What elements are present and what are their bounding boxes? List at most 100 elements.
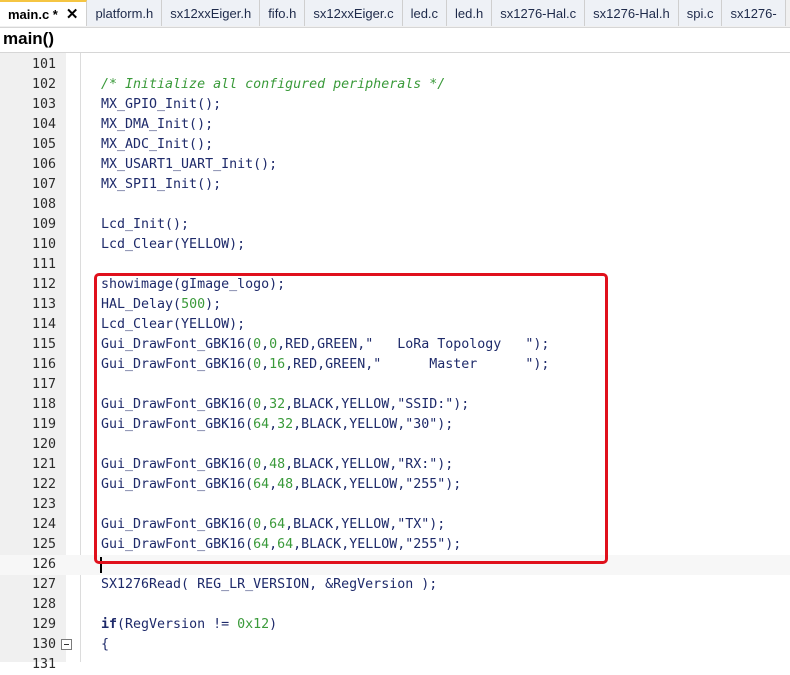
code-text: Gui_DrawFont_GBK16(0,0,RED,GREEN," LoRa …	[101, 337, 550, 352]
code-text: MX_ADC_Init();	[101, 137, 214, 152]
code-text: showimage(gImage_logo);	[101, 277, 286, 292]
line-number: 109	[31, 217, 56, 232]
code-line[interactable]: 109 Lcd_Init();	[0, 215, 790, 235]
line-number: 119	[31, 417, 56, 432]
code-text: Gui_DrawFont_GBK16(0,64,BLACK,YELLOW,"TX…	[101, 517, 446, 532]
tab-label: sx12xxEiger.c	[313, 5, 394, 21]
code-line[interactable]: 103 MX_GPIO_Init();	[0, 95, 790, 115]
code-line[interactable]: 124 Gui_DrawFont_GBK16(0,64,BLACK,YELLOW,…	[0, 515, 790, 535]
tab-led-h[interactable]: led.h	[447, 0, 493, 26]
code-text: /* Initialize all configured peripherals…	[101, 77, 446, 92]
code-line[interactable]: 115 Gui_DrawFont_GBK16(0,0,RED,GREEN," Lo…	[0, 335, 790, 355]
code-text: MX_SPI1_Init();	[101, 177, 222, 192]
tab-label: sx1276-Hal.h	[593, 5, 670, 21]
code-line[interactable]: 128	[0, 595, 790, 615]
tab-label: platform.h	[95, 5, 154, 21]
code-text: Gui_DrawFont_GBK16(0,32,BLACK,YELLOW,"SS…	[101, 397, 470, 412]
tab-label: main.c *	[8, 6, 58, 22]
code-line[interactable]: 108	[0, 195, 790, 215]
code-line[interactable]: 118 Gui_DrawFont_GBK16(0,32,BLACK,YELLOW,…	[0, 395, 790, 415]
text-cursor	[100, 557, 102, 573]
code-line[interactable]: 114 Lcd_Clear(YELLOW);	[0, 315, 790, 335]
line-number: 111	[31, 257, 56, 272]
tab-label: sx1276-Hal.c	[500, 5, 577, 21]
tab-bar: main.c * ✕ platform.h sx12xxEiger.h fifo.h sx…	[0, 0, 790, 28]
tab-label: sx1276-	[730, 5, 777, 21]
code-text: MX_DMA_Init();	[101, 117, 214, 132]
code-line[interactable]: 129 if(RegVersion != 0x12)	[0, 615, 790, 635]
code-text: Lcd_Clear(YELLOW);	[101, 237, 246, 252]
function-navigation-bar[interactable]: main()	[0, 28, 790, 53]
code-line[interactable]: 131	[0, 655, 790, 675]
code-line[interactable]: 120	[0, 435, 790, 455]
line-number: 131	[31, 657, 56, 672]
line-number: 121	[31, 457, 56, 472]
code-line[interactable]: 104 MX_DMA_Init();	[0, 115, 790, 135]
code-line[interactable]: 126	[0, 555, 790, 575]
code-line[interactable]: 107 MX_SPI1_Init();	[0, 175, 790, 195]
code-line[interactable]: 122 Gui_DrawFont_GBK16(64,48,BLACK,YELLOW…	[0, 475, 790, 495]
code-text: MX_USART1_UART_Init();	[101, 157, 278, 172]
code-line[interactable]: 117	[0, 375, 790, 395]
code-text: Gui_DrawFont_GBK16(64,32,BLACK,YELLOW,"3…	[101, 417, 454, 432]
line-number: 124	[31, 517, 56, 532]
line-number: 112	[31, 277, 56, 292]
code-line[interactable]: 127 SX1276Read( REG_LR_VERSION, &RegVersi…	[0, 575, 790, 595]
fold-toggle-icon[interactable]	[61, 639, 72, 650]
line-number: 114	[31, 317, 56, 332]
code-text: Gui_DrawFont_GBK16(64,48,BLACK,YELLOW,"2…	[101, 477, 462, 492]
code-text: Lcd_Init();	[101, 217, 190, 232]
code-text: Gui_DrawFont_GBK16(0,16,RED,GREEN," Mast…	[101, 357, 550, 372]
code-text: Gui_DrawFont_GBK16(0,48,BLACK,YELLOW,"RX…	[101, 457, 454, 472]
line-number: 129	[31, 617, 56, 632]
line-number: 105	[31, 137, 56, 152]
tab-fifo-h[interactable]: fifo.h	[260, 0, 306, 26]
close-icon[interactable]: ✕	[66, 5, 79, 23]
code-line[interactable]: 105 MX_ADC_Init();	[0, 135, 790, 155]
tab-spi-c[interactable]: spi.c	[678, 0, 723, 26]
tab-sx1276-hal-h[interactable]: sx1276-Hal.h	[585, 0, 679, 26]
code-line[interactable]: 130 {	[0, 635, 790, 655]
line-number: 118	[31, 397, 56, 412]
code-line[interactable]: 106 MX_USART1_UART_Init();	[0, 155, 790, 175]
tab-platform-h[interactable]: platform.h	[87, 0, 163, 26]
tab-led-c[interactable]: led.c	[402, 0, 448, 26]
line-number: 106	[31, 157, 56, 172]
code-line[interactable]: 113 HAL_Delay(500);	[0, 295, 790, 315]
line-number: 122	[31, 477, 56, 492]
code-line[interactable]: 123	[0, 495, 790, 515]
line-number: 110	[31, 237, 56, 252]
line-number: 125	[31, 537, 56, 552]
tab-sx12xxeiger-c[interactable]: sx12xxEiger.c	[305, 0, 403, 26]
line-number: 123	[31, 497, 56, 512]
line-number: 113	[31, 297, 56, 312]
line-number: 120	[31, 437, 56, 452]
line-number: 103	[31, 97, 56, 112]
tab-sx12xxeiger-h[interactable]: sx12xxEiger.h	[162, 0, 261, 26]
tab-label: fifo.h	[268, 5, 297, 21]
line-number: 127	[31, 577, 56, 592]
tab-sx1276[interactable]: sx1276-	[722, 0, 786, 26]
code-editor[interactable]: 101 102 /* Initialize all configured perip…	[0, 53, 790, 672]
line-number: 104	[31, 117, 56, 132]
tab-label: sx12xxEiger.h	[170, 5, 252, 21]
code-line[interactable]: 119 Gui_DrawFont_GBK16(64,32,BLACK,YELLOW…	[0, 415, 790, 435]
line-number: 130	[31, 637, 56, 652]
code-line[interactable]: 116 Gui_DrawFont_GBK16(0,16,RED,GREEN," M…	[0, 355, 790, 375]
tab-label: led.h	[455, 5, 484, 21]
tab-sx1276-hal-c[interactable]: sx1276-Hal.c	[492, 0, 586, 26]
code-line[interactable]: 102 /* Initialize all configured peripher…	[0, 75, 790, 95]
current-function-label: main()	[3, 29, 54, 48]
tab-main-c[interactable]: main.c * ✕	[0, 0, 88, 26]
code-line[interactable]: 110 Lcd_Clear(YELLOW);	[0, 235, 790, 255]
code-line[interactable]: 111	[0, 255, 790, 275]
code-line[interactable]: 112 showimage(gImage_logo);	[0, 275, 790, 295]
line-number: 115	[31, 337, 56, 352]
line-number: 101	[31, 57, 56, 72]
code-line[interactable]: 125 Gui_DrawFont_GBK16(64,64,BLACK,YELLOW…	[0, 535, 790, 555]
code-line[interactable]: 101	[0, 55, 790, 75]
code-text: MX_GPIO_Init();	[101, 97, 222, 112]
code-line[interactable]: 121 Gui_DrawFont_GBK16(0,48,BLACK,YELLOW,…	[0, 455, 790, 475]
line-number: 128	[31, 597, 56, 612]
line-number: 117	[31, 377, 56, 392]
